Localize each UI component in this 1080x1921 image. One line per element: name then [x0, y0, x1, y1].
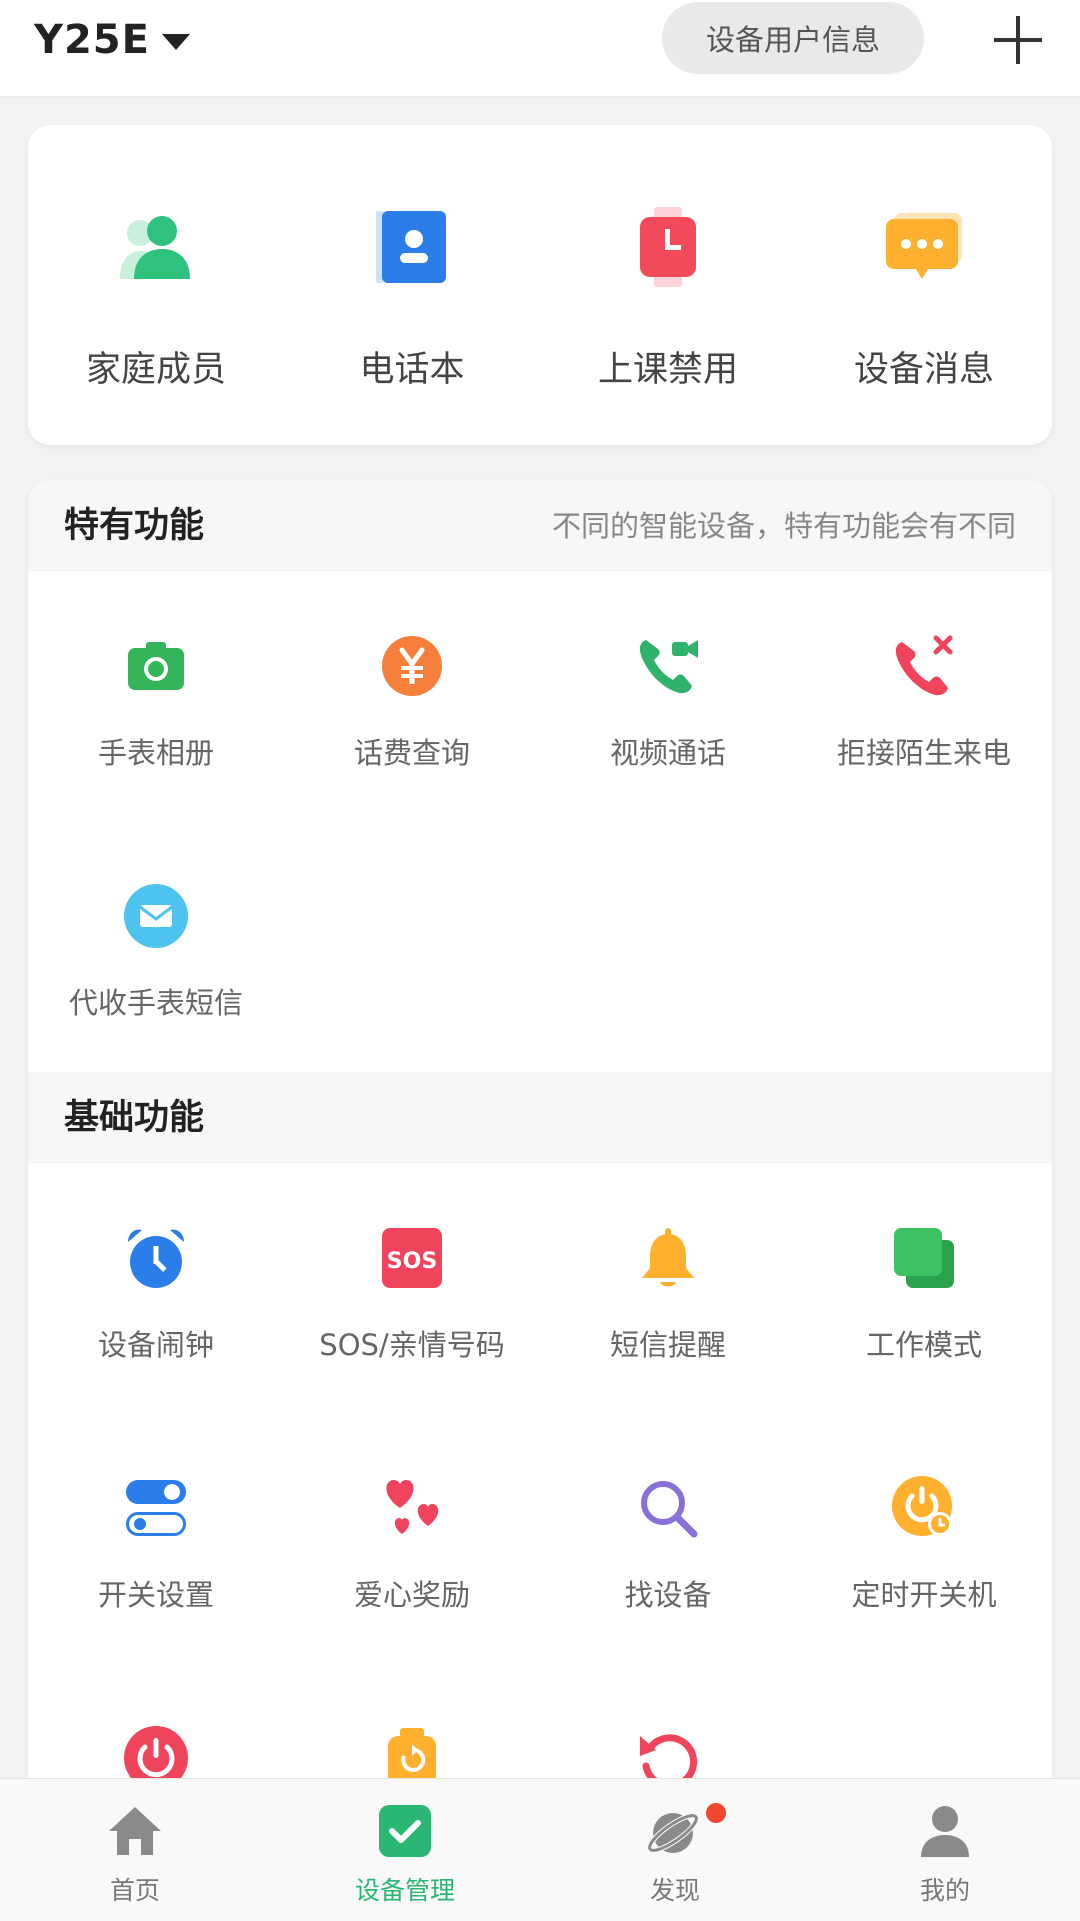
feature-label: 代收手表短信: [68, 986, 243, 1020]
quick-action-phonebook[interactable]: 电话本: [284, 125, 540, 445]
sos-icon: SOS: [382, 1228, 442, 1288]
feature-phone-bill[interactable]: 话费查询: [284, 634, 540, 834]
device-selector[interactable]: Y25E: [34, 12, 190, 68]
feature-work-mode[interactable]: 工作模式: [796, 1226, 1052, 1426]
section-title: 特有功能: [64, 506, 205, 546]
svg-text:SOS: SOS: [387, 1249, 437, 1274]
device-name: Y25E: [34, 17, 150, 63]
class-disable-watch-icon: [640, 207, 696, 287]
top-bar: Y25E 设备用户信息: [0, 0, 1080, 97]
feature-device-alarm[interactable]: 设备闹钟: [28, 1226, 284, 1426]
device-message-icon: [886, 213, 962, 279]
caret-down-icon: [161, 34, 190, 50]
family-members-icon: [120, 216, 190, 279]
nav-label: 设备管理: [354, 1876, 455, 1905]
yuan-coin-icon: [382, 636, 442, 696]
feature-switch-settings[interactable]: 开关设置: [28, 1476, 284, 1676]
quick-action-family[interactable]: 家庭成员: [28, 125, 284, 445]
phonebook-icon: [376, 211, 446, 283]
feature-video-call[interactable]: 视频通话: [540, 634, 796, 834]
bottom-nav: 首页 设备管理 发现 我的: [0, 1778, 1080, 1921]
watch-reset-icon: [388, 1728, 436, 1780]
feature-label: 拒接陌生来电: [836, 736, 1011, 770]
feature-timed-power[interactable]: 定时开关机: [796, 1476, 1052, 1676]
profile-icon: [921, 1806, 969, 1857]
restore-icon: [640, 1734, 698, 1780]
feature-find-device[interactable]: 找设备: [540, 1476, 796, 1676]
features-card: 特有功能 不同的智能设备，特有功能会有不同 手表相册 话费查询 视频通话 拒接陌…: [28, 480, 1052, 1780]
feature-restore[interactable]: [540, 1726, 796, 1780]
bell-icon: [642, 1228, 694, 1287]
feature-love-rewards[interactable]: 爱心奖励: [284, 1476, 540, 1676]
feature-label: 定时开关机: [851, 1578, 997, 1612]
feature-sms-reminder[interactable]: 短信提醒: [540, 1226, 796, 1426]
quick-action-label: 电话本: [359, 350, 465, 390]
search-icon: [641, 1481, 698, 1538]
nav-profile[interactable]: 我的: [810, 1779, 1080, 1921]
nav-home[interactable]: 首页: [0, 1779, 270, 1921]
feature-reject-stranger-calls[interactable]: 拒接陌生来电: [796, 634, 1052, 834]
nav-device-manage[interactable]: 设备管理: [270, 1779, 540, 1921]
device-user-info-button[interactable]: 设备用户信息: [662, 2, 924, 74]
feature-watch-album[interactable]: 手表相册: [28, 634, 284, 834]
quick-actions-card: 家庭成员 电话本 上课禁用 设备消息: [28, 125, 1052, 445]
feature-label: 视频通话: [609, 736, 726, 770]
special-section-header: 特有功能 不同的智能设备，特有功能会有不同: [28, 480, 1052, 572]
nav-label: 我的: [919, 1876, 970, 1905]
feature-label: 手表相册: [97, 736, 214, 770]
basic-section-header: 基础功能: [28, 1072, 1052, 1164]
quick-action-device-message[interactable]: 设备消息: [796, 125, 1052, 445]
mail-icon: [124, 884, 188, 948]
section-title: 基础功能: [64, 1098, 205, 1138]
camera-icon: [128, 642, 184, 690]
timed-power-icon: [892, 1476, 952, 1536]
add-icon[interactable]: [990, 12, 1046, 68]
feature-label: SOS/亲情号码: [319, 1328, 505, 1362]
quick-action-label: 家庭成员: [85, 350, 226, 390]
reject-call-icon: [895, 635, 953, 696]
device-manage-icon: [379, 1805, 431, 1857]
nav-label: 首页: [109, 1876, 160, 1905]
feature-label: 爱心奖励: [353, 1578, 470, 1612]
toggle-switch-icon: [126, 1480, 186, 1536]
quick-action-label: 上课禁用: [597, 350, 738, 390]
feature-label: 找设备: [624, 1578, 712, 1612]
feature-label: 话费查询: [353, 736, 470, 770]
feature-watch-reset[interactable]: [284, 1726, 540, 1780]
feature-proxy-sms[interactable]: 代收手表短信: [28, 884, 284, 1084]
feature-label: 工作模式: [865, 1328, 982, 1362]
nav-label: 发现: [649, 1876, 700, 1905]
hearts-icon: [386, 1480, 439, 1534]
nav-discover[interactable]: 发现: [540, 1779, 810, 1921]
alarm-clock-icon: [128, 1229, 184, 1288]
notification-dot: [704, 1801, 728, 1825]
work-mode-icon: [894, 1228, 954, 1288]
video-call-icon: [639, 640, 698, 694]
feature-label: 开关设置: [97, 1578, 214, 1612]
feature-label: 设备闹钟: [97, 1328, 214, 1362]
feature-sos-numbers[interactable]: SOS SOS/亲情号码: [284, 1226, 540, 1426]
power-icon: [124, 1726, 188, 1780]
quick-action-class-disable[interactable]: 上课禁用: [540, 125, 796, 445]
quick-action-label: 设备消息: [853, 350, 994, 390]
discover-planet-icon: [647, 1813, 699, 1853]
home-icon: [109, 1807, 161, 1855]
feature-label: 短信提醒: [609, 1328, 726, 1362]
section-description: 不同的智能设备，特有功能会有不同: [551, 509, 1016, 543]
feature-power-off[interactable]: [28, 1726, 284, 1780]
